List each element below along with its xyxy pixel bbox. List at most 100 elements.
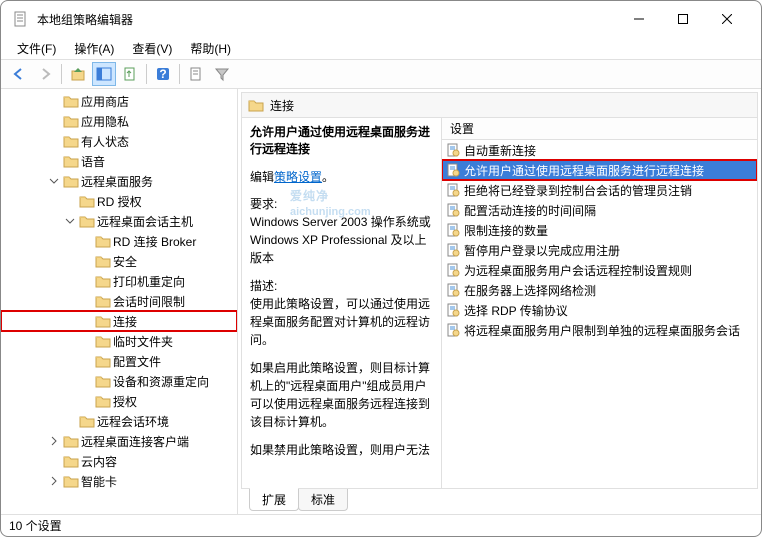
close-button[interactable] [705,5,749,33]
setting-row[interactable]: 选择 RDP 传输协议 [442,300,757,320]
app-icon [13,11,29,27]
show-hide-tree-button[interactable] [92,62,116,86]
tree-item[interactable]: 远程桌面服务 [1,171,237,191]
desc-p2: 如果启用此策略设置，则目标计算机上的"远程桌面用户"组成员用户可以使用远程桌面服… [250,359,433,431]
tab-standard[interactable]: 标准 [298,489,348,511]
maximize-button[interactable] [661,5,705,33]
up-button[interactable] [66,62,90,86]
collapse-icon[interactable] [49,176,63,186]
setting-label: 暂停用户登录以完成应用注册 [464,242,620,259]
status-text: 10 个设置 [9,517,62,534]
folder-icon [79,414,95,428]
tree-item[interactable]: 授权 [1,391,237,411]
tree-item-label: RD 授权 [95,193,142,210]
policy-icon [446,283,460,297]
forward-button[interactable] [33,62,57,86]
setting-label: 自动重新连接 [464,142,536,159]
export-button[interactable] [118,62,142,86]
tree-item-label: 远程桌面会话主机 [95,213,193,230]
tree-item[interactable]: 会话时间限制 [1,291,237,311]
list-header[interactable]: 设置 [442,118,757,140]
tree-item-label: 连接 [111,313,137,330]
setting-row[interactable]: 限制连接的数量 [442,220,757,240]
back-button[interactable] [7,62,31,86]
folder-icon [95,334,111,348]
menu-file[interactable]: 文件(F) [9,38,64,59]
main-pane: 连接 允许用户通过使用远程桌面服务进行远程连接 编辑策略设置。 要求:Windo… [238,89,761,514]
tree-item[interactable]: 打印机重定向 [1,271,237,291]
setting-row[interactable]: 拒绝将已经登录到控制台会话的管理员注销 [442,180,757,200]
tree-item-label: 远程桌面服务 [79,173,153,190]
tree-item-label: 有人状态 [79,133,129,150]
setting-label: 将远程桌面服务用户限制到单独的远程桌面服务会话 [464,322,740,339]
setting-row[interactable]: 配置活动连接的时间间隔 [442,200,757,220]
tree-item[interactable]: 连接 [1,311,237,331]
toolbar-separator [61,64,62,84]
folder-icon [63,94,79,108]
desc-heading: 允许用户通过使用远程桌面服务进行远程连接 [250,124,433,158]
setting-row[interactable]: 在服务器上选择网络检测 [442,280,757,300]
tree-item[interactable]: 临时文件夹 [1,331,237,351]
menu-view[interactable]: 查看(V) [124,38,180,59]
minimize-button[interactable] [617,5,661,33]
setting-label: 在服务器上选择网络检测 [464,282,596,299]
expand-icon[interactable] [49,476,63,486]
tree-item[interactable]: 语音 [1,151,237,171]
settings-list[interactable]: 自动重新连接允许用户通过使用远程桌面服务进行远程连接拒绝将已经登录到控制台会话的… [442,140,757,488]
setting-row[interactable]: 暂停用户登录以完成应用注册 [442,240,757,260]
tree-item[interactable]: 应用隐私 [1,111,237,131]
filter-button[interactable] [210,62,234,86]
toolbar-separator [146,64,147,84]
setting-label: 限制连接的数量 [464,222,548,239]
folder-icon [248,98,264,112]
tree-item-label: 应用商店 [79,93,129,110]
menu-action[interactable]: 操作(A) [66,38,122,59]
folder-icon [63,434,79,448]
settings-pane: 设置 自动重新连接允许用户通过使用远程桌面服务进行远程连接拒绝将已经登录到控制台… [442,118,757,488]
tree-item-label: 云内容 [79,453,117,470]
setting-row[interactable]: 为远程桌面服务用户会话远程控制设置规则 [442,260,757,280]
folder-icon [63,454,79,468]
folder-icon [63,134,79,148]
edit-policy-link[interactable]: 策略设置 [274,170,322,184]
policy-icon [446,203,460,217]
titlebar: 本地组策略编辑器 [1,1,761,37]
expand-icon[interactable] [49,436,63,446]
setting-row[interactable]: 自动重新连接 [442,140,757,160]
tree-item-label: 安全 [111,253,137,270]
tree-item[interactable]: 远程桌面连接客户端 [1,431,237,451]
policy-icon [446,263,460,277]
tree-item-label: 智能卡 [79,473,117,490]
req-body: Windows Server 2003 操作系统或 Windows XP Pro… [250,215,431,265]
edit-prefix: 编辑 [250,170,274,184]
collapse-icon[interactable] [65,216,79,226]
tree-item[interactable]: 远程桌面会话主机 [1,211,237,231]
setting-row[interactable]: 允许用户通过使用远程桌面服务进行远程连接 [442,160,757,180]
tree-item[interactable]: 智能卡 [1,471,237,491]
description-pane: 允许用户通过使用远程桌面服务进行远程连接 编辑策略设置。 要求:Windows … [242,118,442,488]
content-area: 应用商店应用隐私有人状态语音远程桌面服务 RD 授权远程桌面会话主机RD 连接 B… [1,89,761,514]
setting-row[interactable]: 将远程桌面服务用户限制到单独的远程桌面服务会话 [442,320,757,340]
tree-item[interactable]: RD 连接 Broker [1,231,237,251]
tree-item-label: 远程桌面连接客户端 [79,433,189,450]
toolbar: ? [1,59,761,89]
tree-item[interactable]: 配置文件 [1,351,237,371]
properties-button[interactable] [184,62,208,86]
menu-help[interactable]: 帮助(H) [182,38,239,59]
setting-label: 为远程桌面服务用户会话远程控制设置规则 [464,262,692,279]
tree-item[interactable]: 远程会话环境 [1,411,237,431]
folder-icon [79,214,95,228]
tree-item[interactable]: 安全 [1,251,237,271]
tab-extended[interactable]: 扩展 [249,488,299,511]
tree-item[interactable]: RD 授权 [1,191,237,211]
help-button[interactable]: ? [151,62,175,86]
tree-item[interactable]: 设备和资源重定向 [1,371,237,391]
view-tabs: 扩展 标准 [241,488,758,512]
tree-item-label: 临时文件夹 [111,333,173,350]
tree-item[interactable]: 云内容 [1,451,237,471]
statusbar: 10 个设置 [1,514,761,536]
tree-item[interactable]: 有人状态 [1,131,237,151]
tree-item[interactable]: 应用商店 [1,91,237,111]
tree-pane[interactable]: 应用商店应用隐私有人状态语音远程桌面服务 RD 授权远程桌面会话主机RD 连接 B… [1,89,238,514]
folder-icon [95,274,111,288]
